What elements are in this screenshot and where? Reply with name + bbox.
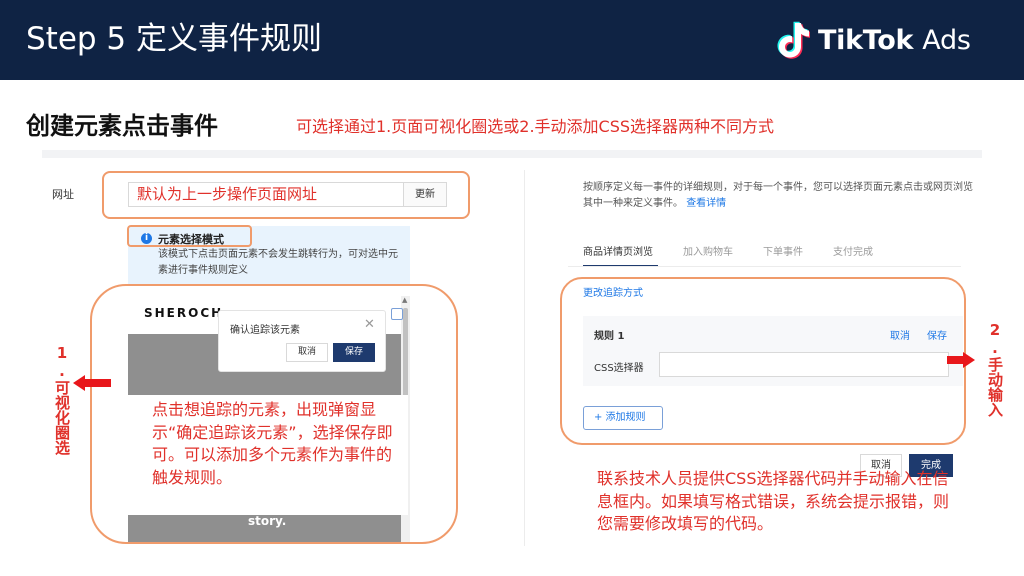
tab-add-to-cart[interactable]: 加入购物车 bbox=[683, 243, 733, 258]
element-mode-desc: 该模式下点击页面元素不会发生跳转行为，可对选中元素进行事件规则定义 bbox=[158, 249, 398, 276]
event-tabs: 商品详情页浏览 加入购物车 下单事件 支付完成 bbox=[583, 243, 903, 258]
panel-divider bbox=[524, 170, 525, 546]
tiktok-note-icon bbox=[777, 21, 810, 59]
preview-callout-frame bbox=[90, 284, 458, 544]
manual-input-note: 联系技术人员提供CSS选择器代码并手动输入在信息框内。如果填写格式错误，系统会提… bbox=[597, 469, 950, 533]
screenshot-top-strip bbox=[42, 150, 982, 158]
visual-select-label: 1.可视化圈选 bbox=[53, 344, 71, 455]
rule-description-text: 按顺序定义每一事件的详细规则，对于每一个事件，您可以选择页面元素点击或网页浏览其… bbox=[583, 182, 973, 209]
header-bar: Step 5 定义事件规则 TikTok Ads bbox=[0, 0, 1024, 80]
slide-title: Step 5 定义事件规则 bbox=[26, 21, 323, 57]
arrow-left-icon bbox=[73, 375, 111, 391]
tab-product-view[interactable]: 商品详情页浏览 bbox=[583, 243, 653, 258]
section-title: 创建元素点击事件 bbox=[26, 112, 218, 140]
slide: Step 5 定义事件规则 TikTok Ads 创建元素点击事件 可选择通过1… bbox=[0, 0, 1024, 576]
rule-description: 按顺序定义每一事件的详细规则，对于每一个事件，您可以选择页面元素点击或网页浏览其… bbox=[583, 180, 973, 212]
tab-payment-complete[interactable]: 支付完成 bbox=[833, 243, 873, 258]
manual-callout-frame bbox=[560, 277, 966, 445]
view-details-link[interactable]: 查看详情 bbox=[686, 198, 726, 209]
logo-suffix: Ads bbox=[922, 24, 971, 56]
method-note: 可选择通过1.页面可视化圈选或2.手动添加CSS选择器两种不同方式 bbox=[296, 117, 775, 136]
tab-place-order[interactable]: 下单事件 bbox=[763, 243, 803, 258]
mode-callout-frame bbox=[127, 225, 252, 247]
logo-brand: TikTok bbox=[818, 24, 914, 56]
logo-wordmark: TikTok Ads bbox=[818, 25, 971, 56]
tiktok-ads-logo: TikTok Ads bbox=[776, 18, 971, 62]
arrow-right-icon bbox=[947, 352, 975, 368]
manual-input-label: 2.手动输入 bbox=[986, 321, 1004, 417]
url-label: 网址 bbox=[52, 188, 74, 201]
tabs-border bbox=[568, 266, 961, 267]
url-callout-frame bbox=[102, 171, 470, 219]
